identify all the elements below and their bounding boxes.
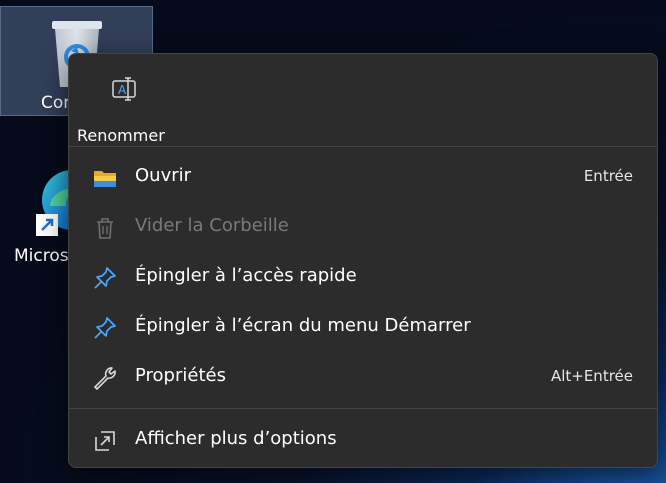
menu-item-label: Ouvrir	[135, 165, 192, 186]
menu-divider	[69, 146, 657, 147]
context-menu: A Renommer Ouvrir Entrée Vider la Corbei…	[68, 53, 658, 468]
menu-item-open[interactable]: Ouvrir Entrée	[75, 155, 651, 199]
menu-divider	[69, 408, 657, 409]
menu-item-show-more-options[interactable]: Afficher plus d’options	[75, 418, 651, 462]
menu-item-properties[interactable]: Propriétés Alt+Entrée	[75, 355, 651, 399]
wrench-icon	[92, 365, 118, 391]
menu-item-shortcut: Alt+Entrée	[550, 367, 633, 385]
recycle-bin-label: Cor	[41, 93, 71, 113]
rename-label: Renommer	[77, 126, 165, 145]
pin-icon	[92, 315, 118, 341]
menu-item-label: Propriétés	[135, 365, 226, 386]
menu-item-label: Épingler à l’accès rapide	[135, 265, 357, 286]
menu-item-empty-recycle-bin: Vider la Corbeille	[75, 205, 651, 249]
trash-icon	[92, 215, 118, 241]
pin-icon	[92, 265, 118, 291]
folder-icon	[92, 165, 118, 191]
menu-item-label: Afficher plus d’options	[135, 428, 337, 449]
menu-item-pin-start[interactable]: Épingler à l’écran du menu Démarrer	[75, 305, 651, 349]
svg-text:A: A	[118, 83, 127, 97]
menu-item-shortcut: Entrée	[583, 167, 633, 185]
menu-item-label: Épingler à l’écran du menu Démarrer	[135, 315, 471, 336]
menu-item-label: Vider la Corbeille	[135, 215, 289, 236]
rename-icon: A	[109, 74, 139, 108]
menu-item-pin-quick-access[interactable]: Épingler à l’accès rapide	[75, 255, 651, 299]
more-options-icon	[92, 428, 118, 454]
rename-button[interactable]: A Renommer	[73, 66, 173, 145]
quick-actions-row: A Renommer	[69, 54, 657, 146]
edge-label: Micros	[14, 246, 69, 266]
